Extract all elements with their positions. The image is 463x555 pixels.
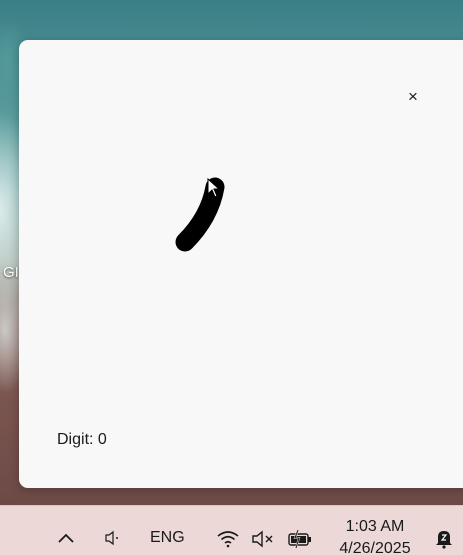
clock-time[interactable]: 1:03 AM (330, 518, 420, 536)
digit-result-label: Digit: 0 (57, 431, 107, 448)
volume-mute-icon[interactable] (250, 528, 276, 550)
desktop-icon-label[interactable]: GI (3, 264, 19, 281)
language-indicator[interactable]: ENG (150, 528, 185, 548)
battery-charging-icon[interactable] (286, 528, 314, 550)
speaker-icon[interactable] (103, 528, 123, 548)
clock-date[interactable]: 4/26/2025 (330, 540, 420, 555)
mouse-pointer-icon (207, 178, 221, 198)
digit-recognizer-window: × Digit: 0 (19, 40, 463, 488)
notification-sleep-icon[interactable] (432, 526, 456, 550)
drawing-canvas[interactable] (39, 70, 439, 430)
wifi-icon[interactable] (215, 528, 241, 550)
taskbar: ENG 1:03 AM 4/26/2025 (0, 505, 463, 555)
chevron-up-icon[interactable] (54, 528, 78, 548)
